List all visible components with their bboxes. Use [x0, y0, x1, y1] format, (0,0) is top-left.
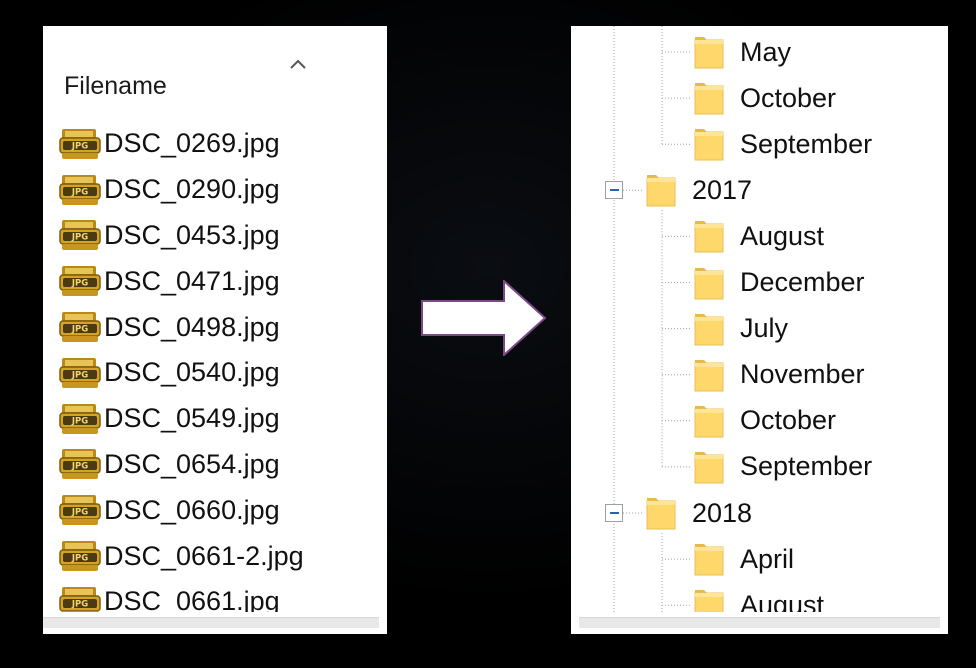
file-row[interactable]: JPG DSC_0654.jpg: [59, 442, 387, 488]
file-name: DSC_0453.jpg: [104, 219, 280, 250]
svg-text:JPG: JPG: [71, 554, 88, 564]
folder-icon: [694, 267, 724, 299]
tree-folder-month[interactable]: May: [692, 31, 791, 73]
folder-label: May: [740, 36, 792, 67]
tree-folder-month[interactable]: September: [692, 446, 872, 488]
file-name: DSC_0549.jpg: [104, 403, 280, 434]
folder-icon: [694, 83, 724, 115]
filename-column-header[interactable]: Filename: [64, 72, 167, 101]
svg-text:JPG: JPG: [71, 187, 88, 197]
folder-icon: [646, 175, 676, 207]
svg-text:JPG: JPG: [71, 325, 88, 335]
file-name: DSC_0471.jpg: [104, 265, 280, 296]
jpg-file-icon: JPG: [59, 403, 101, 434]
file-row[interactable]: JPG DSC_0661-2.jpg: [59, 533, 387, 579]
svg-text:JPG: JPG: [71, 279, 88, 289]
folder-icon: [694, 405, 724, 438]
folder-icon: [694, 221, 724, 253]
jpg-file-icon: JPG: [59, 266, 101, 297]
file-list: JPG DSC_0269.jpg JPG DSC_0290.jpg JPG DSC_045…: [59, 121, 387, 634]
svg-text:JPG: JPG: [71, 508, 88, 518]
collapse-toggle[interactable]: [605, 181, 623, 200]
jpg-file-icon: JPG: [59, 312, 101, 343]
folder-label: October: [740, 405, 837, 436]
horizontal-scrollbar[interactable]: [579, 617, 940, 628]
tree-folder-month[interactable]: October: [692, 400, 836, 442]
sort-ascending-icon[interactable]: [289, 58, 307, 70]
file-row[interactable]: JPG DSC_0498.jpg: [59, 304, 387, 350]
jpg-file-icon: JPG: [59, 128, 101, 159]
folder-label: October: [740, 82, 837, 113]
svg-text:JPG: JPG: [71, 462, 88, 472]
tree-folder-month[interactable]: July: [692, 308, 788, 350]
jpg-file-icon: JPG: [59, 449, 101, 480]
svg-text:JPG: JPG: [71, 141, 88, 151]
tree-folder-month[interactable]: August: [692, 215, 824, 257]
file-name: DSC_0661-2.jpg: [104, 540, 304, 571]
tree-folder-month[interactable]: October: [692, 77, 836, 119]
file-row[interactable]: JPG DSC_0549.jpg: [59, 396, 387, 442]
folder-label: 2017: [692, 174, 753, 205]
file-name: DSC_0660.jpg: [104, 494, 280, 525]
folder-label: December: [740, 267, 865, 297]
folder-icon: [694, 544, 724, 576]
jpg-file-icon: JPG: [59, 220, 101, 251]
folder-label: July: [740, 313, 789, 344]
folder-label: 2018: [692, 497, 753, 528]
tree-folder-month[interactable]: November: [692, 354, 865, 396]
folder-icon: [646, 498, 676, 530]
folder-icon: [694, 129, 724, 161]
svg-text:JPG: JPG: [71, 370, 88, 380]
svg-text:JPG: JPG: [71, 599, 88, 609]
tree-folder-year[interactable]: 2018: [644, 492, 752, 534]
folder-tree-panel: May October September 2017 August December Jul…: [571, 26, 948, 634]
jpg-file-icon: JPG: [59, 541, 101, 572]
folder-label: September: [740, 451, 873, 482]
file-row[interactable]: JPG DSC_0471.jpg: [59, 258, 387, 304]
folder-icon: [694, 37, 724, 69]
file-row[interactable]: JPG DSC_0269.jpg: [59, 121, 387, 167]
tree-folder-month[interactable]: September: [692, 123, 872, 165]
right-arrow-icon: [421, 280, 547, 356]
file-name: DSC_0540.jpg: [104, 357, 280, 388]
collapse-toggle[interactable]: [605, 504, 623, 522]
jpg-file-icon: JPG: [59, 357, 101, 388]
minus-icon: [609, 512, 619, 514]
jpg-file-icon: JPG: [59, 495, 101, 526]
tree-folder-month[interactable]: December: [692, 262, 865, 304]
file-name: DSC_0654.jpg: [104, 448, 280, 479]
jpg-file-icon: JPG: [59, 174, 101, 205]
file-name: DSC_0290.jpg: [104, 174, 280, 205]
file-name: DSC_0269.jpg: [104, 128, 280, 159]
svg-text:JPG: JPG: [71, 233, 88, 243]
folder-label: November: [740, 359, 865, 390]
file-row[interactable]: JPG DSC_0453.jpg: [59, 213, 387, 259]
folder-label: August: [740, 220, 825, 251]
file-row[interactable]: JPG DSC_0540.jpg: [59, 350, 387, 396]
file-list-panel: Filename JPG DSC_0269.jpg JPG DSC_0290.jpg J…: [43, 26, 387, 634]
tree-folder-year[interactable]: 2017: [644, 169, 752, 211]
file-name: DSC_0498.jpg: [104, 311, 280, 342]
minus-icon: [609, 189, 619, 192]
folder-icon: [694, 451, 724, 484]
folder-icon: [694, 313, 724, 346]
file-row[interactable]: JPG DSC_0290.jpg: [59, 167, 387, 213]
tree-folder-month[interactable]: April: [692, 538, 794, 580]
svg-text:JPG: JPG: [71, 416, 88, 426]
file-row[interactable]: JPG DSC_0660.jpg: [59, 487, 387, 533]
folder-icon: [694, 359, 724, 392]
horizontal-scrollbar[interactable]: [43, 617, 379, 628]
folder-label: September: [740, 128, 873, 159]
folder-label: April: [740, 543, 795, 574]
